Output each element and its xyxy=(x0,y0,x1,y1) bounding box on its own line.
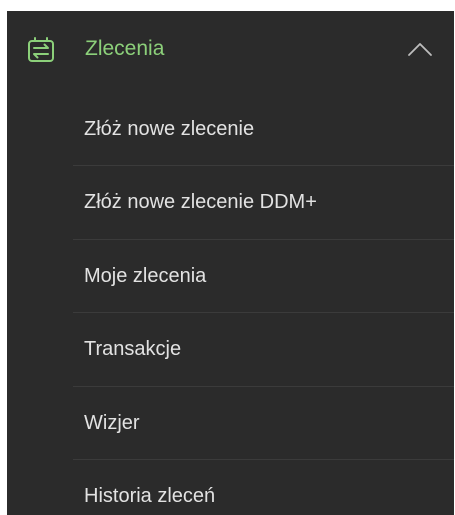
submenu-item-label: Transakcje xyxy=(84,338,182,361)
section-title: Zlecenia xyxy=(85,37,165,60)
submenu-item-label: Wizjer xyxy=(84,411,140,434)
submenu-item-label: Złóż nowe zlecenie xyxy=(84,118,255,140)
navigation-menu: Zlecenia Złóż nowe zlecenie Złóż nowe zl… xyxy=(7,11,454,515)
orders-exchange-icon xyxy=(28,37,54,62)
submenu-item-zloz-nowe-zlecenie[interactable]: Złóż nowe zlecenie xyxy=(73,93,454,167)
submenu-item-label: Złóż nowe zlecenie DDM+ xyxy=(84,191,317,214)
submenu-item-moje-zlecenia[interactable]: Moje zlecenia xyxy=(73,240,454,314)
submenu-item-wizjer[interactable]: Wizjer xyxy=(73,387,454,461)
submenu-item-transakcje[interactable]: Transakcje xyxy=(73,313,454,387)
submenu-item-historia-zlecen[interactable]: Historia zleceń xyxy=(73,460,454,515)
submenu-item-label: Moje zlecenia xyxy=(84,264,207,287)
submenu-item-label: Historia zleceń xyxy=(84,484,216,507)
chevron-up-icon[interactable] xyxy=(407,41,433,57)
section-header-zlecenia[interactable]: Zlecenia xyxy=(7,11,454,85)
submenu-item-zloz-nowe-zlecenie-ddm[interactable]: Złóż nowe zlecenie DDM+ xyxy=(73,166,454,241)
submenu-list: Złóż nowe zlecenie Złóż nowe zlecenie DD… xyxy=(73,93,454,515)
